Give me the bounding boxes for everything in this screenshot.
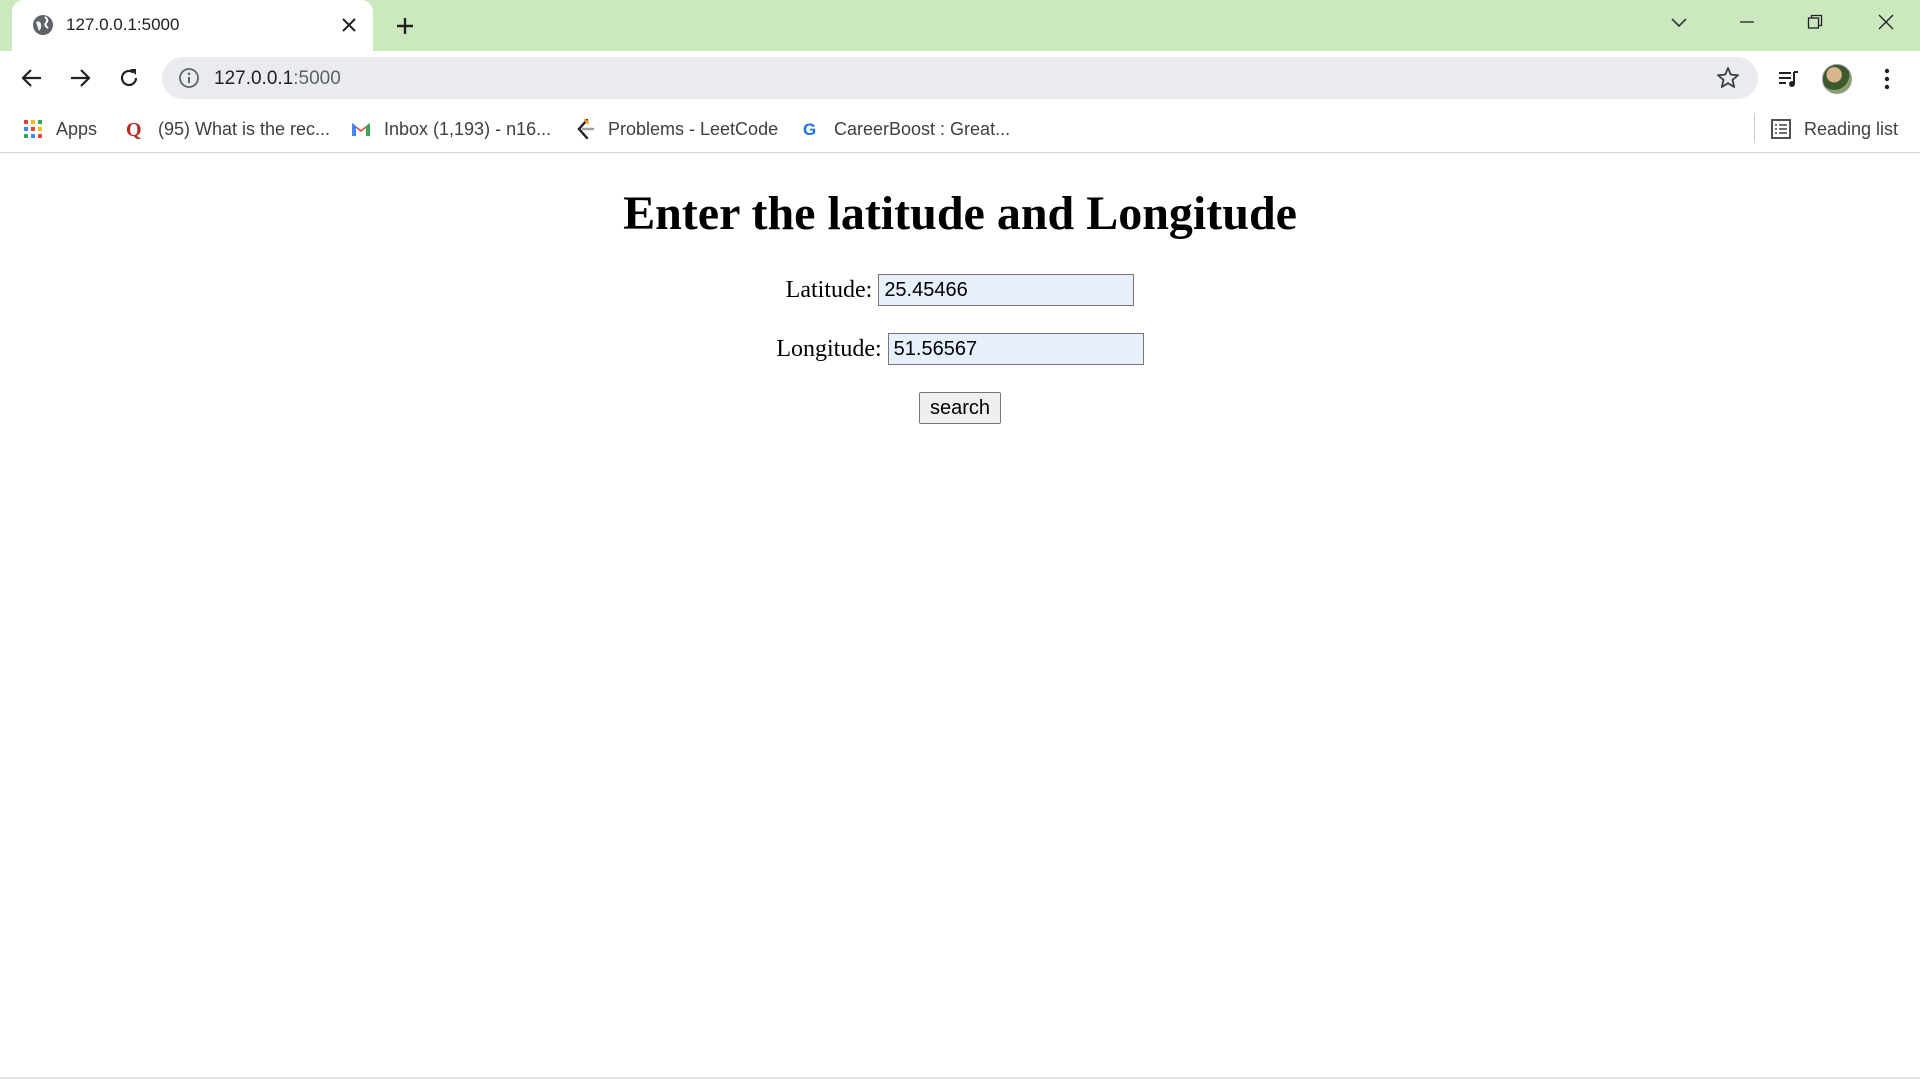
bookmark-apps[interactable]: Apps xyxy=(22,113,97,145)
close-window-button[interactable] xyxy=(1852,0,1920,44)
bookmark-gmail[interactable]: Inbox (1,193) - n16... xyxy=(350,113,551,145)
page-content: Enter the latitude and Longitude Latitud… xyxy=(0,154,1920,1080)
apps-grid-icon xyxy=(22,118,44,140)
browser-menu-icon[interactable] xyxy=(1870,62,1904,96)
profile-avatar[interactable] xyxy=(1820,62,1854,96)
latitude-row: Latitude: xyxy=(0,274,1920,306)
tab-search-chevron-icon[interactable] xyxy=(1664,8,1694,38)
latitude-label: Latitude: xyxy=(785,276,873,303)
quora-icon: Q xyxy=(124,118,146,140)
reading-list-icon xyxy=(1770,118,1792,140)
bookmark-label: Apps xyxy=(56,118,98,139)
longitude-row: Longitude: xyxy=(0,333,1920,365)
browser-tab[interactable]: 127.0.0.1:5000 xyxy=(12,0,373,51)
bookmark-star-icon[interactable] xyxy=(1715,65,1741,91)
longitude-input[interactable] xyxy=(887,333,1144,365)
minimize-button[interactable] xyxy=(1713,0,1781,44)
url-text[interactable]: 127.0.0.1:5000 xyxy=(214,68,341,90)
close-tab-icon[interactable] xyxy=(335,11,363,39)
site-info-icon[interactable] xyxy=(178,67,200,89)
media-control-icon[interactable] xyxy=(1772,62,1806,96)
browser-toolbar: 127.0.0.1:5000 xyxy=(0,51,1920,105)
search-row: search xyxy=(0,392,1920,424)
svg-text:Q: Q xyxy=(126,119,142,140)
search-button[interactable]: search xyxy=(918,392,1002,424)
page-title: Enter the latitude and Longitude xyxy=(623,187,1297,240)
forward-button[interactable] xyxy=(63,61,97,95)
reading-list-button[interactable]: Reading list xyxy=(1770,113,1898,145)
latitude-input[interactable] xyxy=(878,274,1135,306)
window-bottom-edge xyxy=(0,1077,1920,1079)
url-port: :5000 xyxy=(293,68,341,89)
bookmarks-divider xyxy=(1754,113,1755,143)
reading-list-label: Reading list xyxy=(1804,118,1899,139)
google-icon: G xyxy=(800,118,822,140)
back-button[interactable] xyxy=(15,61,49,95)
svg-text:G: G xyxy=(803,120,816,139)
globe-icon xyxy=(32,14,54,36)
tab-strip: 127.0.0.1:5000 xyxy=(0,0,1920,51)
address-bar[interactable]: 127.0.0.1:5000 xyxy=(162,57,1758,99)
avatar xyxy=(1822,64,1852,94)
reload-button[interactable] xyxy=(112,61,146,95)
bookmark-label: Inbox (1,193) - n16... xyxy=(384,118,552,139)
bookmark-quora[interactable]: Q (95) What is the rec... xyxy=(124,113,330,145)
new-tab-button[interactable] xyxy=(390,11,420,41)
bookmark-label: CareerBoost : Great... xyxy=(834,118,1011,139)
bookmarks-bar: Apps Q (95) What is the rec... Inbox (1,… xyxy=(0,105,1920,153)
longitude-label: Longitude: xyxy=(776,335,882,362)
leetcode-icon xyxy=(574,118,596,140)
tab-title: 127.0.0.1:5000 xyxy=(66,15,180,34)
bookmark-label: Problems - LeetCode xyxy=(608,118,779,139)
bookmark-leetcode[interactable]: Problems - LeetCode xyxy=(574,113,778,145)
gmail-icon xyxy=(350,118,372,140)
bookmark-label: (95) What is the rec... xyxy=(158,118,331,139)
url-host: 127.0.0.1 xyxy=(214,68,294,89)
bookmark-careerboost[interactable]: G CareerBoost : Great... xyxy=(800,113,1010,145)
restore-button[interactable] xyxy=(1781,0,1849,44)
